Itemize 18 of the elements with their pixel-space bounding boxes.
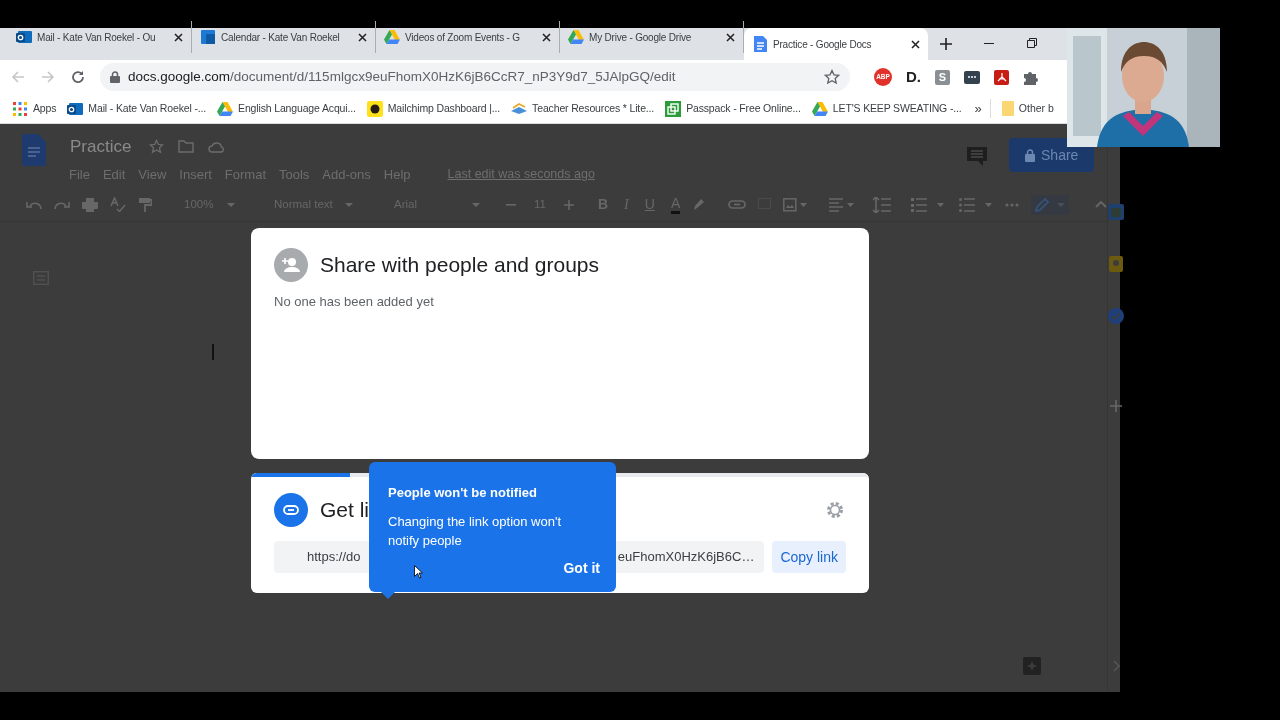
tab-title: Mail - Kate Van Roekel - Ou xyxy=(37,30,157,45)
bookmark-label: Mailchimp Dashboard |... xyxy=(387,100,501,116)
card-title: Get li xyxy=(320,497,369,524)
bookmark-label: Teacher Resources * Lite... xyxy=(532,100,655,116)
bookmark-label: Apps xyxy=(33,100,57,116)
dialog-title: Share with people and groups xyxy=(320,252,600,279)
tab-title: My Drive - Google Drive xyxy=(589,30,693,45)
bookmark-label: English Language Acqui... xyxy=(238,100,356,116)
url-text: docs.google.com/document/d/115mlgcx9euFhomX0HzK6jB6CcR7_nP3Y9d7_5JAlpGQ/edit xyxy=(128,67,676,86)
tab-title: Practice - Google Docs xyxy=(773,37,873,52)
tooltip-title: People won't be notified xyxy=(388,484,538,502)
bookmark-label: Mail - Kate Van Roekel -... xyxy=(88,100,207,116)
tab-title: Calendar - Kate Van Roekel xyxy=(221,30,341,45)
bookmark-label: Passpack - Free Online... xyxy=(686,100,801,116)
tooltip-text: Changing the link option won't notify people xyxy=(388,512,563,550)
empty-note: No one has been added yet xyxy=(274,293,435,311)
bookmark-label: LET'S KEEP SWEATING -... xyxy=(832,100,962,116)
tab-title: Videos of Zoom Events - G xyxy=(405,30,521,45)
